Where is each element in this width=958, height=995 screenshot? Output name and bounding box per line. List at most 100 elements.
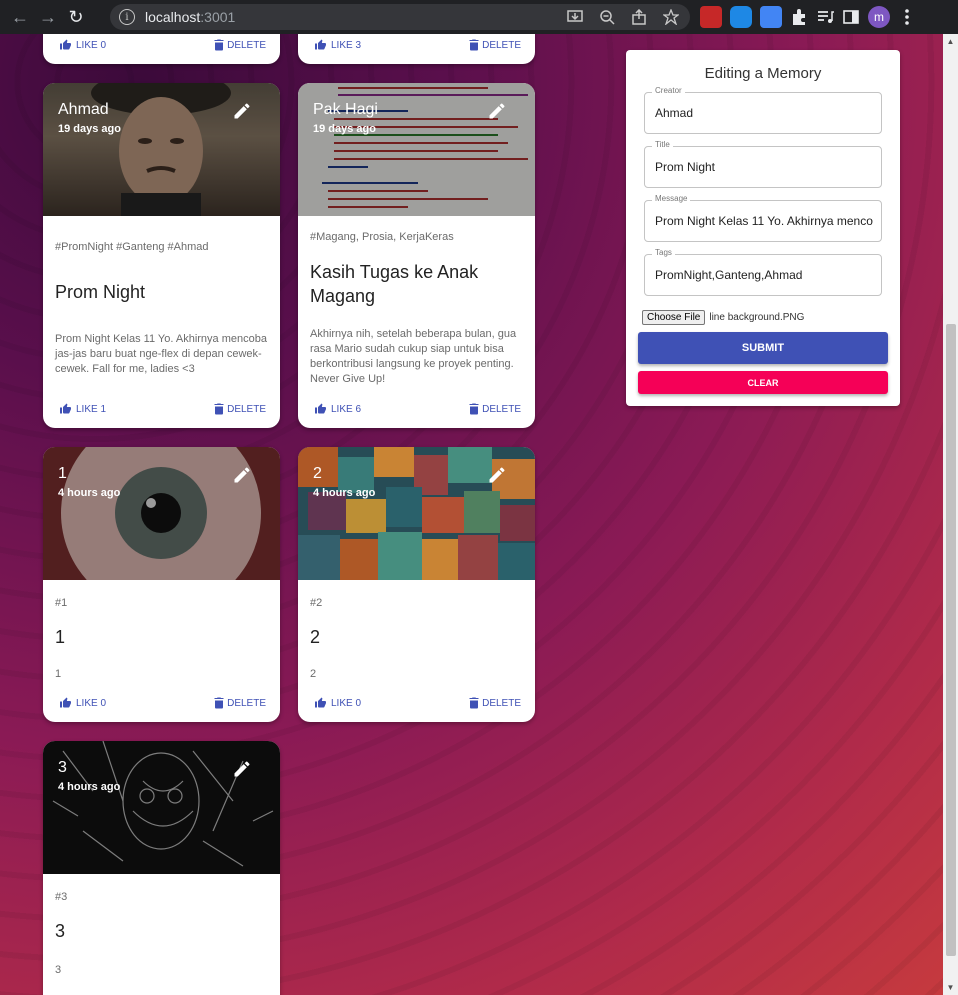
memory-card: LIKE 3 DELETE — [298, 34, 535, 64]
creator-field[interactable]: Creator Ahmad — [644, 86, 882, 134]
card-creator: 3 — [58, 759, 67, 776]
side-panel-icon[interactable] — [842, 8, 860, 26]
delete-label: DELETE — [227, 403, 266, 415]
url-port: :3001 — [200, 9, 236, 25]
card-image: Ahmad 19 days ago — [43, 83, 280, 216]
tags-value[interactable]: PromNight,Ganteng,Ahmad — [655, 268, 873, 282]
like-count: LIKE 3 — [331, 39, 362, 51]
card-image: Pak Hagi 19 days ago — [298, 83, 535, 216]
thumb-up-icon — [315, 39, 326, 50]
card-image: 2 4 hours ago — [298, 447, 535, 580]
title-value[interactable]: Prom Night — [655, 160, 873, 174]
thumb-up-icon — [60, 39, 71, 50]
card-title: Kasih Tugas ke Anak Magang — [310, 262, 479, 306]
trash-icon — [469, 39, 479, 51]
delete-label: DELETE — [482, 403, 521, 415]
page-background: LIKE 0 DELETE LIKE 3 DELETE Ahmad 19 day… — [0, 34, 943, 995]
url-text[interactable]: localhost:3001 — [145, 9, 235, 25]
message-field[interactable]: Message Prom Night Kelas 11 Yo. Akhirnya… — [644, 194, 882, 242]
clear-button[interactable]: CLEAR — [638, 371, 888, 394]
extension-translate-icon[interactable] — [760, 6, 782, 28]
delete-button[interactable]: DELETE — [214, 403, 266, 415]
card-image: 1 4 hours ago — [43, 447, 280, 580]
scroll-down-arrow-icon[interactable]: ▼ — [943, 980, 958, 995]
message-label: Message — [652, 194, 691, 203]
card-message: Prom Night Kelas 11 Yo. Akhirnya mencoba… — [55, 333, 267, 375]
delete-label: DELETE — [482, 39, 521, 51]
like-button[interactable]: LIKE 0 — [59, 39, 106, 51]
edit-icon[interactable] — [232, 101, 252, 121]
edit-icon[interactable] — [487, 101, 507, 121]
edit-icon[interactable] — [232, 759, 252, 779]
card-creator: 2 — [313, 465, 322, 482]
card-tags: #PromNight #Ganteng #Ahmad — [55, 241, 209, 253]
edit-icon[interactable] — [232, 465, 252, 485]
creator-label: Creator — [652, 86, 685, 95]
like-count: LIKE 6 — [331, 403, 362, 415]
card-creator: 1 — [58, 465, 67, 482]
memory-card: 3 4 hours ago #3 3 3 — [43, 741, 280, 995]
tags-label: Tags — [652, 248, 675, 257]
memory-card: 2 4 hours ago #2 2 2 LIKE 0 DELETE — [298, 447, 535, 722]
extensions-puzzle-icon[interactable] — [790, 8, 808, 26]
delete-button[interactable]: DELETE — [469, 403, 521, 415]
address-bar[interactable]: i localhost:3001 — [110, 4, 690, 30]
like-count: LIKE 0 — [76, 39, 107, 51]
message-value[interactable]: Prom Night Kelas 11 Yo. Akhirnya mencoba… — [655, 214, 873, 228]
site-info-icon[interactable]: i — [119, 9, 135, 25]
form-title: Editing a Memory — [704, 65, 822, 82]
url-host: localhost — [145, 9, 201, 25]
like-button[interactable]: LIKE 1 — [59, 403, 106, 415]
forward-icon[interactable]: → — [34, 3, 62, 31]
card-message: Akhirnya nih, setelah beberapa bulan, gu… — [310, 328, 517, 385]
trash-icon — [469, 403, 479, 415]
delete-button[interactable]: DELETE — [469, 697, 521, 709]
card-tags: #Magang, Prosia, KerjaKeras — [310, 231, 454, 243]
menu-kebab-icon[interactable] — [898, 8, 916, 26]
extension-screenshot-icon[interactable] — [730, 6, 752, 28]
like-button[interactable]: LIKE 0 — [59, 697, 106, 709]
profile-avatar[interactable]: m — [868, 6, 890, 28]
memory-card: Ahmad 19 days ago #PromNight #Ganteng #A… — [43, 83, 280, 428]
share-icon[interactable] — [630, 8, 648, 26]
scrollbar-thumb[interactable] — [946, 324, 956, 956]
delete-button[interactable]: DELETE — [214, 39, 266, 51]
tags-field[interactable]: Tags PromNight,Ganteng,Ahmad — [644, 248, 882, 296]
card-timestamp: 19 days ago — [313, 123, 376, 135]
delete-label: DELETE — [227, 39, 266, 51]
zoom-icon[interactable] — [598, 8, 616, 26]
choose-file-button[interactable]: Choose File — [642, 310, 706, 325]
back-icon[interactable]: ← — [6, 3, 34, 31]
title-field[interactable]: Title Prom Night — [644, 140, 882, 188]
submit-button[interactable]: SUBMIT — [638, 332, 888, 364]
thumb-up-icon — [315, 697, 326, 708]
card-message: 3 — [55, 964, 62, 976]
like-button[interactable]: LIKE 6 — [314, 403, 361, 415]
like-button[interactable]: LIKE 3 — [314, 39, 361, 51]
card-tags: #1 — [55, 597, 68, 609]
like-count: LIKE 1 — [76, 403, 107, 415]
trash-icon — [214, 697, 224, 709]
card-tags: #3 — [55, 891, 68, 903]
thumb-up-icon — [315, 403, 326, 414]
creator-value[interactable]: Ahmad — [655, 106, 873, 120]
extension-red-icon[interactable] — [700, 6, 722, 28]
delete-button[interactable]: DELETE — [214, 697, 266, 709]
media-control-icon[interactable] — [816, 8, 834, 26]
like-count: LIKE 0 — [76, 697, 107, 709]
edit-icon[interactable] — [487, 465, 507, 485]
like-button[interactable]: LIKE 0 — [314, 697, 361, 709]
card-creator: Ahmad — [58, 101, 109, 118]
memory-card: Pak Hagi 19 days ago #Magang, Prosia, Ke… — [298, 83, 535, 428]
delete-label: DELETE — [482, 697, 521, 709]
card-title: 2 — [310, 627, 321, 647]
bookmark-star-icon[interactable] — [662, 8, 680, 26]
install-icon[interactable] — [566, 8, 584, 26]
title-label: Title — [652, 140, 673, 149]
scroll-up-arrow-icon[interactable]: ▲ — [943, 34, 958, 49]
thumb-up-icon — [60, 403, 71, 414]
delete-button[interactable]: DELETE — [469, 39, 521, 51]
thumb-up-icon — [60, 697, 71, 708]
reload-icon[interactable]: ↻ — [62, 3, 90, 31]
card-creator: Pak Hagi — [313, 101, 378, 118]
